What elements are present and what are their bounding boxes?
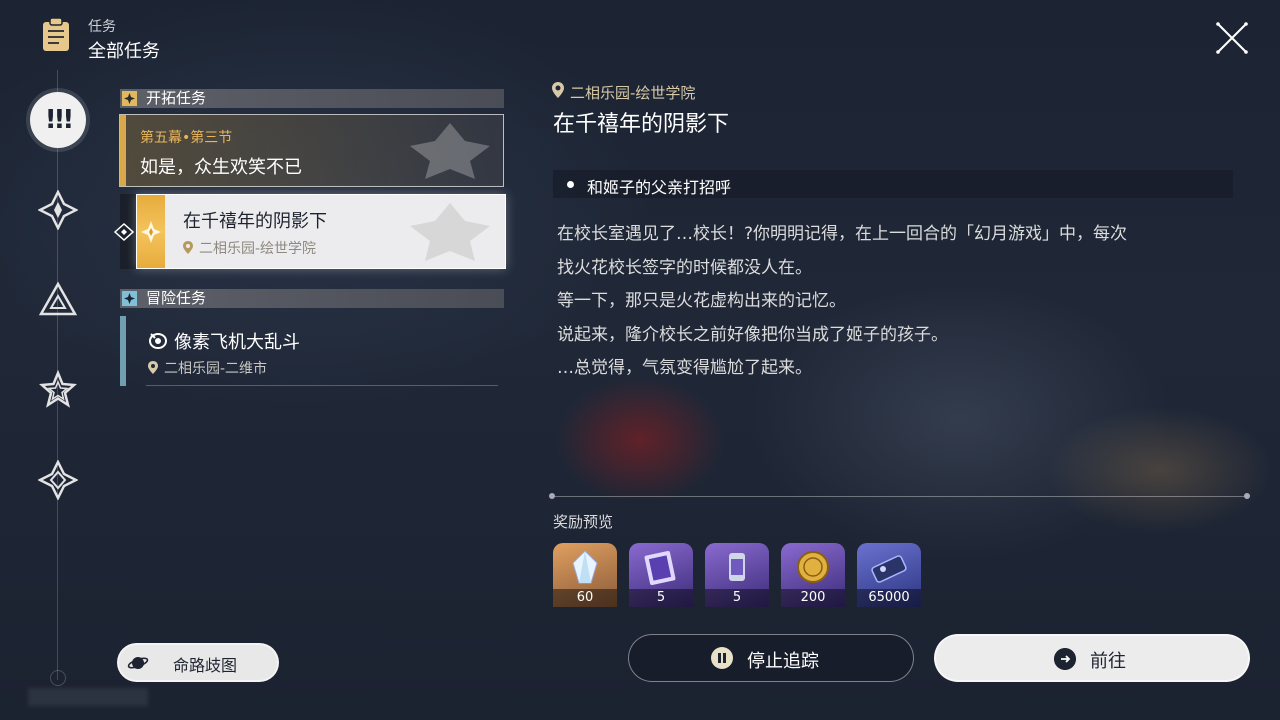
nav-item-companion[interactable]	[38, 280, 78, 320]
trailblaze-section-icon	[122, 91, 137, 106]
reward-item[interactable]: 60	[553, 543, 617, 607]
reward-count: 200	[781, 589, 845, 607]
location-pin-icon	[148, 361, 158, 374]
close-icon[interactable]	[1212, 18, 1252, 58]
quest-location-text: 二相乐园-绘世学院	[199, 241, 317, 257]
nav-item-all-quests[interactable]: !!!	[30, 92, 86, 148]
reward-count: 60	[553, 589, 617, 607]
nav-item-adventure[interactable]	[38, 370, 78, 410]
reward-item[interactable]: 5	[705, 543, 769, 607]
nav-item-trailblaze[interactable]	[38, 190, 78, 230]
reward-preview-title: 奖励预览	[553, 513, 614, 531]
quest-emblem-decoration	[410, 203, 490, 261]
detail-location: 二相乐园-绘世学院	[570, 84, 696, 102]
adventure-section-icon	[122, 291, 137, 306]
planet-icon	[127, 657, 149, 669]
reward-divider	[552, 496, 1248, 497]
coin-icon	[797, 551, 829, 583]
go-arrow-icon	[1054, 648, 1076, 670]
exp-book-icon	[644, 550, 676, 586]
nav-item-daily[interactable]	[38, 460, 78, 500]
uid-watermark	[28, 688, 148, 706]
controller-icon	[149, 333, 167, 349]
divider	[146, 385, 498, 386]
detail-title: 在千禧年的阴影下	[553, 112, 730, 137]
route-map-button[interactable]: 命路歧图	[117, 643, 279, 682]
quest-title: 如是，众生欢笑不已	[140, 157, 302, 178]
quest-accent-bar	[120, 115, 126, 186]
quest-location: 二相乐园-绘世学院	[183, 238, 316, 258]
reward-count: 65000	[857, 589, 921, 607]
location-pin-icon	[183, 241, 193, 254]
page-title: 全部任务	[88, 41, 160, 62]
quest-location-text: 二相乐园-二维市	[164, 361, 268, 377]
description-line: 等一下，那只是火花虚构出来的记忆。	[557, 291, 846, 312]
divider-dot	[1244, 493, 1250, 499]
refined-aether-icon	[729, 553, 745, 581]
stellar-jade-icon	[572, 550, 598, 584]
location-pin-icon	[552, 82, 564, 98]
go-button[interactable]: 前往	[934, 634, 1250, 682]
description-line: 说起来，隆介校长之前好像把你当成了姬子的孩子。	[557, 324, 948, 345]
quest-item-selected[interactable]: 在千禧年的阴影下 二相乐园-绘世学院	[136, 194, 506, 269]
objective-text: 和姬子的父亲打招呼	[587, 178, 732, 197]
exclamation-icon: !!!	[44, 105, 75, 135]
description-line: …总觉得，气氛变得尴尬了起来。	[557, 358, 812, 379]
rail-end-ornament	[50, 670, 66, 686]
section-header-trailblaze: 开拓任务	[120, 89, 504, 108]
section-label: 冒险任务	[146, 289, 207, 307]
objective-row: 和姬子的父亲打招呼	[553, 170, 1233, 198]
stop-tracking-label: 停止追踪	[747, 651, 819, 672]
stop-tracking-button[interactable]: 停止追踪	[628, 634, 914, 682]
divider-dot	[549, 493, 555, 499]
selected-arrow-icon	[113, 222, 135, 242]
pause-icon	[711, 647, 733, 669]
quest-item-adventure[interactable]: 像素飞机大乱斗 二相乐园-二维市	[120, 316, 504, 388]
quest-chapter: 第五幕•第三节	[140, 130, 233, 146]
quest-accent-bar	[120, 316, 126, 386]
quest-title: 在千禧年的阴影下	[183, 211, 327, 232]
reward-count: 5	[629, 589, 693, 607]
reward-item[interactable]: 65000	[857, 543, 921, 607]
description-line: 在校长室遇见了…校长！?你明明记得，在上一回合的「幻月游戏」中，每次	[557, 224, 1128, 244]
reward-item[interactable]: 5	[629, 543, 693, 607]
quest-description: 在校长室遇见了…校长！?你明明记得，在上一回合的「幻月游戏」中，每次 找火花校长…	[557, 218, 1237, 386]
bullet-icon	[567, 181, 574, 188]
quest-type-strip	[137, 195, 165, 268]
clipboard-icon	[43, 18, 69, 51]
section-label: 开拓任务	[146, 89, 207, 107]
description-line: 找火花校长签字的时候都没人在。	[557, 257, 812, 278]
trailblaze-quest-icon	[141, 221, 161, 243]
reward-count: 5	[705, 589, 769, 607]
section-header-adventure: 冒险任务	[120, 289, 504, 308]
go-label: 前往	[1090, 651, 1126, 672]
credit-icon	[871, 555, 907, 583]
route-map-label: 命路歧图	[173, 656, 238, 675]
quest-item-main[interactable]: 第五幕•第三节 如是，众生欢笑不已	[119, 114, 504, 187]
header-category-label: 任务	[88, 19, 116, 35]
quest-location: 二相乐园-二维市	[148, 358, 267, 378]
reward-item[interactable]: 200	[781, 543, 845, 607]
quest-title: 像素飞机大乱斗	[174, 332, 300, 353]
quest-emblem-decoration	[410, 123, 490, 179]
